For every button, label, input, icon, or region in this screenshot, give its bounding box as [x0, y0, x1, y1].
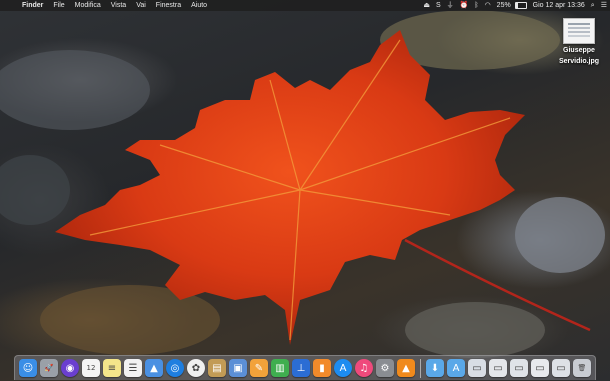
- dock: ☺ 🚀 ◉ 12 ≡ ☰ ▲ ◎ ✿ ▤ ▣ ✎ ▥ ⊥ ▮ A ♫ ⚙ ▲ ⬇ A ▭ ▭ ▭ ▭ ▭ 🗑: [14, 355, 596, 380]
- menu-app-finder[interactable]: Finder: [17, 0, 48, 11]
- notification-center-icon[interactable]: ☰: [598, 0, 610, 11]
- dock-system-preferences-icon[interactable]: ⚙: [376, 359, 394, 377]
- screenshot-stack-5-glyph: ▭: [556, 362, 566, 374]
- spotlight-icon[interactable]: ⌕: [588, 0, 598, 11]
- dock-separator: [420, 358, 421, 378]
- dock-numbers-icon[interactable]: ▥: [271, 359, 289, 377]
- trash-glyph: 🗑: [577, 364, 587, 372]
- dock-screenshot-stack-1-icon[interactable]: ▭: [468, 359, 486, 377]
- menu-clock[interactable]: Gio 12 apr 13:36: [530, 0, 588, 11]
- siri-glyph: ◉: [65, 362, 75, 374]
- safari-glyph: ◎: [170, 362, 180, 374]
- keynote-present-glyph: ⊥: [296, 362, 306, 374]
- dock-siri-icon[interactable]: ◉: [61, 359, 79, 377]
- dock-app-store-icon[interactable]: A: [334, 359, 352, 377]
- screenshot-stack-3-glyph: ▭: [514, 362, 524, 374]
- menu-modifica[interactable]: Modifica: [70, 0, 106, 11]
- menu-vai[interactable]: Vai: [131, 0, 151, 11]
- dock-reminders-icon[interactable]: ☰: [124, 359, 142, 377]
- pages-glyph: ✎: [254, 362, 264, 374]
- dock-photos-icon[interactable]: ✿: [187, 359, 205, 377]
- dock-launchpad-icon[interactable]: 🚀: [40, 359, 58, 377]
- dock-books-icon[interactable]: ▮: [313, 359, 331, 377]
- finder-glyph: ☺: [22, 362, 34, 374]
- upload-icon[interactable]: ⏏: [420, 0, 433, 11]
- photos-glyph: ✿: [191, 362, 201, 374]
- file-name-line1: Giuseppe: [563, 47, 595, 54]
- file-thumbnail: [563, 18, 595, 44]
- numbers-glyph: ▥: [275, 362, 285, 374]
- menu-file[interactable]: File: [48, 0, 69, 11]
- screenshot-stack-2-glyph: ▭: [493, 362, 503, 374]
- dock-finder-icon[interactable]: ☺: [19, 359, 37, 377]
- menu-vista[interactable]: Vista: [106, 0, 131, 11]
- launchpad-glyph: 🚀: [44, 364, 54, 372]
- itunes-glyph: ♫: [359, 362, 369, 374]
- dock-screenshot-stack-3-icon[interactable]: ▭: [510, 359, 528, 377]
- battery-icon: [514, 1, 527, 9]
- app-store-glyph: A: [339, 362, 347, 374]
- notes-glyph: ≡: [107, 362, 117, 374]
- preview-glyph: ▣: [233, 362, 243, 374]
- dock-notes-icon[interactable]: ≡: [103, 359, 121, 377]
- battery-indicator[interactable]: 25%: [494, 0, 530, 11]
- reminders-glyph: ☰: [128, 362, 138, 374]
- dock-calendar-icon[interactable]: 12: [82, 359, 100, 377]
- dock-trash-icon[interactable]: 🗑: [573, 359, 591, 377]
- wallpaper-maple-leaf: [0, 10, 605, 358]
- dock-screenshot-stack-2-icon[interactable]: ▭: [489, 359, 507, 377]
- dock-pages-icon[interactable]: ✎: [250, 359, 268, 377]
- screenshot-stack-4-glyph: ▭: [535, 362, 545, 374]
- dock-itunes-icon[interactable]: ♫: [355, 359, 373, 377]
- dock-preview-icon[interactable]: ▣: [229, 359, 247, 377]
- applications-folder-glyph: A: [452, 362, 460, 374]
- battery-fill: [515, 2, 519, 8]
- notebook-glyph: ▤: [212, 362, 222, 374]
- dock-applications-folder-icon[interactable]: A: [447, 359, 465, 377]
- menu-finestra[interactable]: Finestra: [151, 0, 186, 11]
- alarm-icon[interactable]: ⏰: [457, 0, 472, 11]
- mic-off-icon[interactable]: ⏚: [444, 0, 457, 11]
- dock-notebook-icon[interactable]: ▤: [208, 359, 226, 377]
- desktop[interactable]: Finder File Modifica Vista Vai Finestra …: [0, 0, 610, 381]
- keynote-glyph: ▲: [150, 362, 158, 374]
- vlc-glyph: ▲: [402, 362, 410, 374]
- books-glyph: ▮: [319, 362, 325, 374]
- battery-percent: 25%: [496, 2, 511, 9]
- dock-screenshot-stack-4-icon[interactable]: ▭: [531, 359, 549, 377]
- desktop-file-giuseppe-servidio[interactable]: Giuseppe Servidio.jpg: [551, 15, 607, 66]
- menu-aiuto[interactable]: Aiuto: [186, 0, 212, 11]
- downloads-folder-glyph: ⬇: [430, 362, 440, 374]
- dock-screenshot-stack-5-icon[interactable]: ▭: [552, 359, 570, 377]
- file-name-line2: Servidio.jpg: [558, 58, 600, 65]
- bluetooth-icon[interactable]: ᛒ: [471, 0, 481, 11]
- dock-keynote-present-icon[interactable]: ⊥: [292, 359, 310, 377]
- menu-bar: Finder File Modifica Vista Vai Finestra …: [0, 0, 610, 11]
- calendar-glyph: 12: [86, 364, 96, 372]
- wifi-icon[interactable]: ◠: [482, 0, 494, 11]
- skype-icon[interactable]: S: [433, 0, 444, 11]
- screenshot-stack-1-glyph: ▭: [472, 362, 482, 374]
- dock-keynote-icon[interactable]: ▲: [145, 359, 163, 377]
- system-preferences-glyph: ⚙: [380, 362, 390, 374]
- dock-vlc-icon[interactable]: ▲: [397, 359, 415, 377]
- dock-downloads-folder-icon[interactable]: ⬇: [426, 359, 444, 377]
- dock-safari-icon[interactable]: ◎: [166, 359, 184, 377]
